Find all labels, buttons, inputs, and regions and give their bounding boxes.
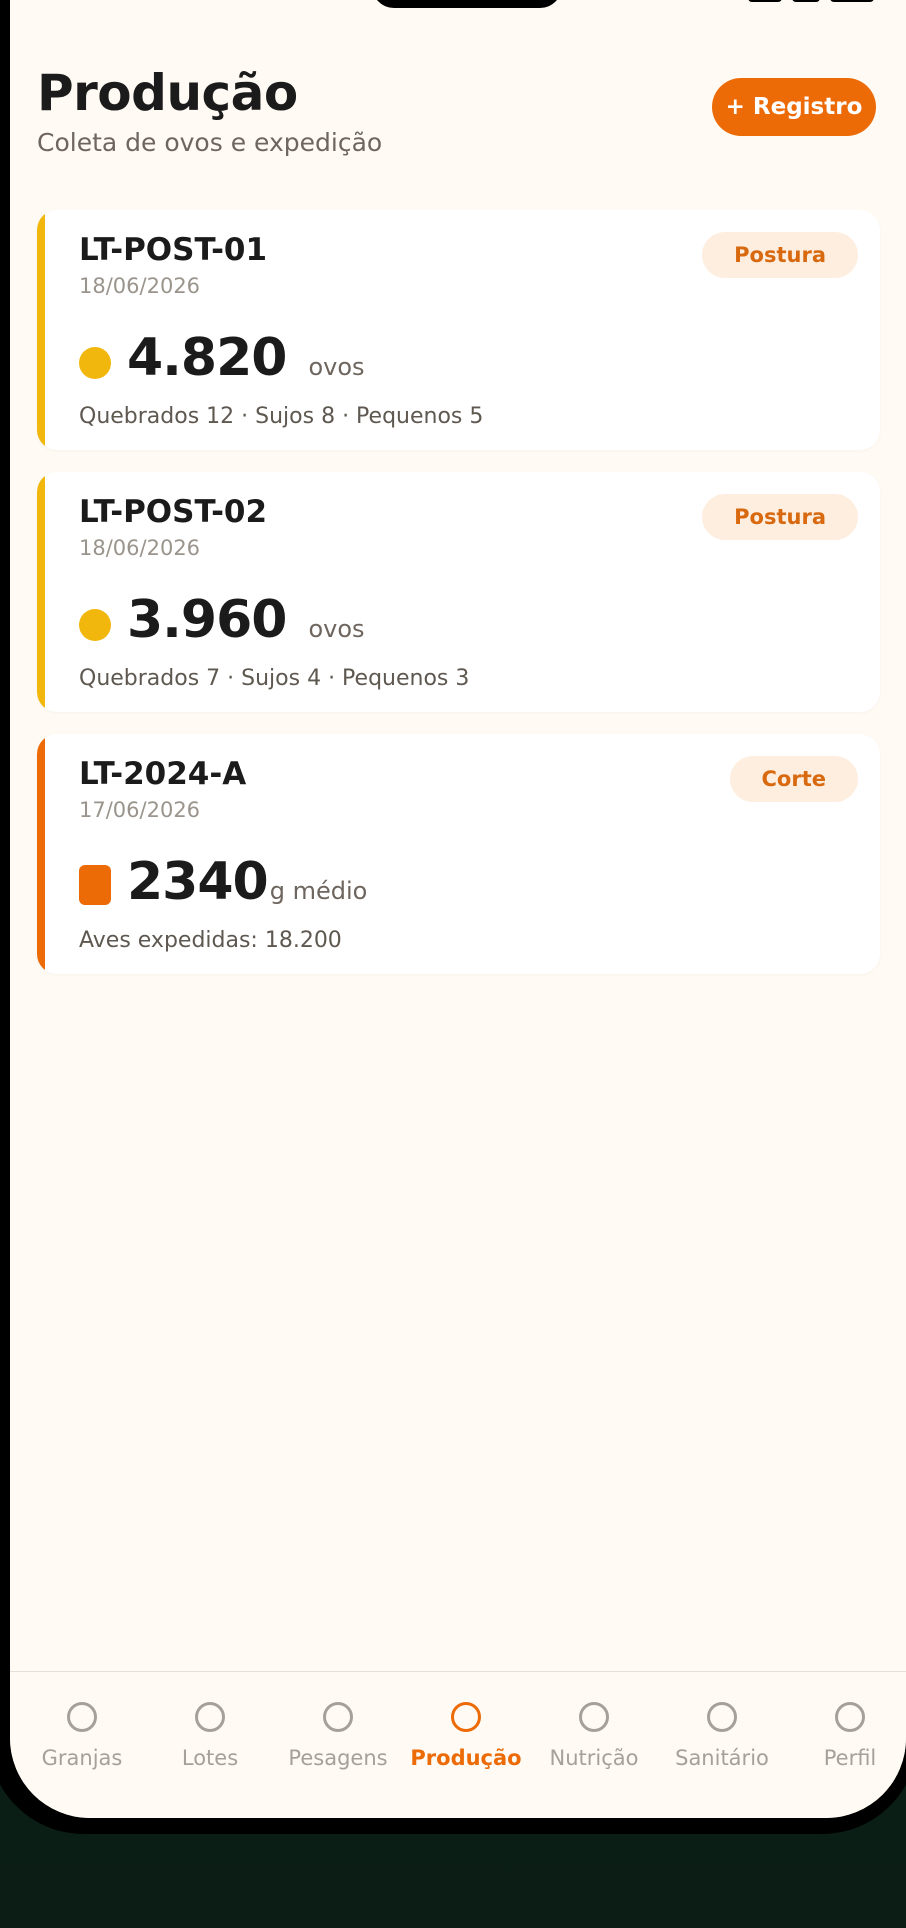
app-screen: Produção Coleta de ovos e expedição + Re… (10, 0, 906, 1818)
producao-icon (451, 1702, 481, 1732)
page-subtitle: Coleta de ovos e expedição (37, 128, 383, 157)
add-record-button[interactable]: + Registro (712, 78, 876, 136)
lot-code: LT-2024-A (79, 756, 247, 792)
status-bar-icons (748, 0, 874, 2)
nav-label: Sanitário (675, 1746, 769, 1770)
card-detail: Aves expedidas: 18.200 (79, 928, 342, 953)
category-badge: Postura (702, 494, 858, 540)
lot-code: LT-POST-02 (79, 494, 268, 530)
production-card[interactable]: LT-2024-A 17/06/2026 Corte 2340 g médio … (37, 734, 880, 974)
metric-unit: g médio (269, 877, 368, 905)
lot-code: LT-POST-01 (79, 232, 268, 268)
card-accent-bar (37, 472, 45, 712)
nav-label: Granjas (41, 1746, 123, 1770)
production-card[interactable]: LT-POST-02 18/06/2026 Postura 3.960 ovos… (37, 472, 880, 712)
card-detail: Quebrados 7 · Sujos 4 · Pequenos 3 (79, 666, 470, 691)
nav-label: Nutrição (549, 1746, 639, 1770)
bottom-nav: Granjas Lotes Pesagens Produção Nutrição… (10, 1671, 906, 1818)
camera-notch (372, 0, 562, 8)
nav-item-nutricao[interactable]: Nutrição (530, 1702, 658, 1770)
wifi-icon (792, 0, 820, 2)
page-title: Produção (37, 64, 298, 122)
nav-item-perfil[interactable]: Perfil (786, 1702, 906, 1770)
egg-icon (79, 609, 111, 641)
granjas-icon (67, 1702, 97, 1732)
production-card[interactable]: LT-POST-01 18/06/2026 Postura 4.820 ovos… (37, 210, 880, 450)
card-accent-bar (37, 734, 45, 974)
battery-icon (830, 0, 874, 2)
page-header: Produção Coleta de ovos e expedição (37, 64, 382, 157)
production-metric: 4.820 ovos (79, 328, 365, 388)
category-badge: Postura (702, 232, 858, 278)
signal-icon (748, 0, 782, 2)
metric-value: 2340 (127, 852, 269, 912)
card-accent-bar (37, 210, 45, 450)
metric-value: 4.820 (127, 328, 287, 388)
sanitario-icon (707, 1702, 737, 1732)
nutricao-icon (579, 1702, 609, 1732)
nav-item-producao[interactable]: Produção (402, 1702, 530, 1770)
pesagens-icon (323, 1702, 353, 1732)
nav-item-granjas[interactable]: Granjas (18, 1702, 146, 1770)
card-detail: Quebrados 12 · Sujos 8 · Pequenos 5 (79, 404, 484, 429)
nav-item-sanitario[interactable]: Sanitário (658, 1702, 786, 1770)
weight-icon (79, 865, 111, 905)
lotes-icon (195, 1702, 225, 1732)
perfil-icon (835, 1702, 865, 1732)
metric-unit: ovos (308, 615, 365, 643)
record-date: 17/06/2026 (79, 798, 201, 822)
nav-label: Perfil (823, 1746, 877, 1770)
record-date: 18/06/2026 (79, 274, 201, 298)
nav-item-pesagens[interactable]: Pesagens (274, 1702, 402, 1770)
metric-unit: ovos (308, 353, 365, 381)
nav-label: Pesagens (288, 1746, 388, 1770)
category-badge: Corte (729, 756, 858, 802)
production-metric: 3.960 ovos (79, 590, 365, 650)
production-metric: 2340 g médio (79, 852, 367, 912)
egg-icon (79, 347, 111, 379)
record-date: 18/06/2026 (79, 536, 201, 560)
nav-item-lotes[interactable]: Lotes (146, 1702, 274, 1770)
nav-label: Produção (410, 1746, 522, 1770)
nav-label: Lotes (181, 1746, 239, 1770)
metric-value: 3.960 (127, 590, 287, 650)
